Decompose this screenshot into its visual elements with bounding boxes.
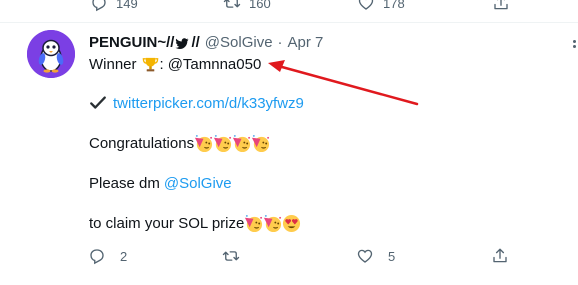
winner-label: Winner [89, 56, 137, 73]
reply-button[interactable]: 2 [88, 247, 127, 265]
tweet-header: PENGUIN~// // @SolGive · Apr 7 [89, 34, 323, 51]
tweet-line-congrats: Congratulations [89, 134, 270, 153]
prev-like-count: 178 [383, 0, 405, 11]
check-mark-icon [90, 96, 106, 109]
user-handle[interactable]: @SolGive [205, 34, 273, 51]
partying-face-emoji [213, 134, 232, 153]
tweet-line-winner: Winner : @Tamnna050 [89, 55, 261, 74]
winner-colon: : [159, 56, 164, 73]
share-button[interactable] [491, 247, 523, 265]
twitterpicker-link[interactable]: twitterpicker.com/d/k33yfwz9 [113, 95, 304, 112]
prev-retweet-button[interactable]: 160 [223, 0, 271, 12]
separator-dot: · [277, 34, 283, 51]
reply-icon [90, 249, 104, 265]
heart-eyes-emoji [282, 214, 301, 233]
prev-retweet-count: 160 [249, 0, 271, 11]
tweet-date[interactable]: Apr 7 [288, 34, 324, 51]
winner-handle: @Tamnna050 [167, 56, 262, 73]
partying-face-emoji [251, 134, 270, 153]
claim-text: to claim your SOL prize [89, 215, 245, 232]
penguin-avatar-icon [27, 30, 75, 78]
prev-reply-button[interactable]: 149 [90, 0, 138, 12]
tweet-line-claim: to claim your SOL prize [89, 214, 301, 233]
tweet-line-link: twitterpicker.com/d/k33yfwz9 [89, 94, 304, 112]
reply-icon [92, 0, 106, 12]
more-icon-dot [573, 45, 576, 48]
name-suffix: // [191, 34, 200, 51]
retweet-icon [223, 0, 241, 8]
partying-face-emoji [263, 214, 282, 233]
more-icon-dot [573, 40, 576, 43]
twitter-bird-icon [175, 37, 189, 49]
retweet-icon [222, 251, 240, 261]
avatar[interactable] [27, 30, 75, 78]
previous-tweet-action-bar: 149 160 178 [0, 0, 578, 22]
prev-reply-count: 149 [116, 0, 138, 11]
heart-icon [358, 0, 374, 10]
like-count: 5 [388, 248, 396, 264]
congrats-text: Congratulations [89, 135, 195, 152]
share-icon [493, 248, 507, 263]
prev-share-button[interactable] [492, 0, 518, 12]
partying-face-emoji [232, 134, 251, 153]
tweet-line-dm: Please dm @SolGive [89, 175, 232, 192]
trophy-icon [141, 55, 160, 74]
like-button[interactable]: 5 [356, 247, 395, 265]
dm-handle-link[interactable]: @SolGive [164, 175, 232, 192]
more-options-button[interactable] [566, 40, 578, 56]
reply-count: 2 [120, 248, 128, 264]
heart-icon [357, 249, 373, 263]
partying-face-emoji [194, 134, 213, 153]
retweet-button[interactable] [222, 247, 254, 265]
tweet-divider [0, 22, 578, 23]
prev-like-button[interactable]: 178 [357, 0, 405, 12]
partying-face-emoji [244, 214, 263, 233]
display-name[interactable]: PENGUIN~// [89, 34, 174, 51]
dm-text: Please dm [89, 175, 160, 192]
share-icon [494, 0, 508, 10]
